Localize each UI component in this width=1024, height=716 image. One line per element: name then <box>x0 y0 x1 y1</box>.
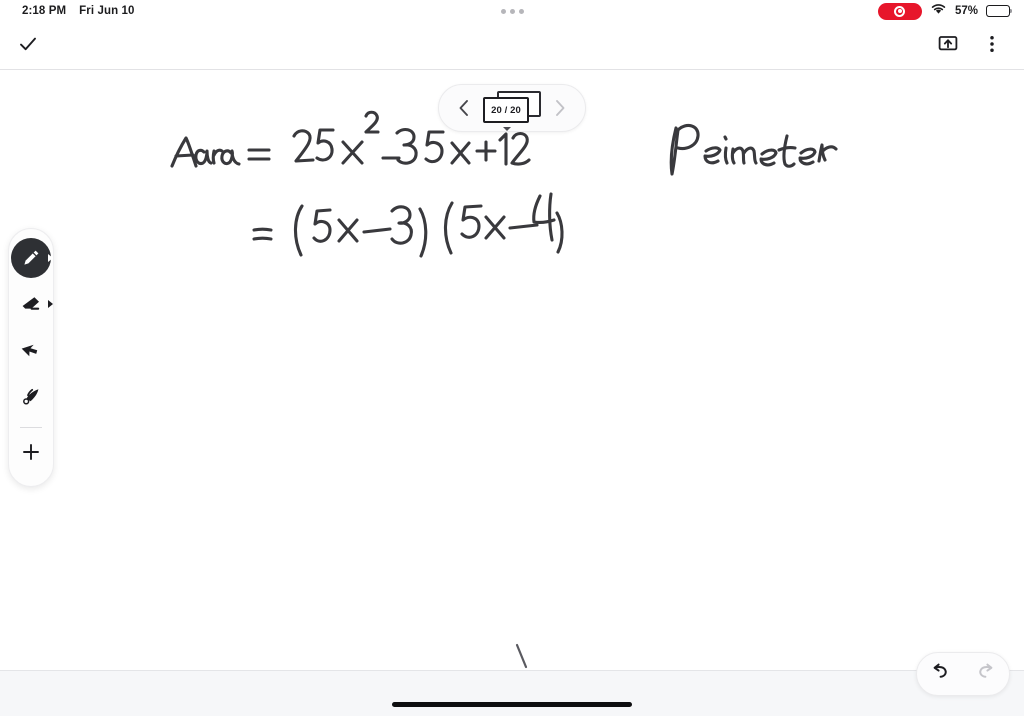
select-tool[interactable] <box>11 327 51 373</box>
battery-percent: 57% <box>954 5 978 17</box>
page-navigator: 20 / 20 <box>438 84 586 132</box>
note-canvas[interactable] <box>0 70 1024 670</box>
prev-page-button[interactable] <box>453 97 475 119</box>
page-indicator[interactable]: 20 / 20 <box>483 91 541 131</box>
home-indicator[interactable] <box>392 702 632 707</box>
checkmark-icon <box>17 33 39 58</box>
eraser-options-expander[interactable] <box>48 300 53 308</box>
present-screen-button[interactable] <box>926 24 970 68</box>
page-number-label: 20 / 20 <box>483 97 529 123</box>
palette-divider <box>20 427 42 428</box>
pen-icon <box>20 247 42 269</box>
battery-icon <box>986 5 1013 17</box>
status-bar-left: 2:18 PM Fri Jun 10 <box>22 5 135 17</box>
undo-button[interactable] <box>923 657 957 691</box>
pen-tool[interactable] <box>11 235 53 281</box>
stray-stroke <box>515 643 528 669</box>
laser-tool[interactable] <box>11 373 51 419</box>
record-indicator-icon[interactable] <box>877 2 922 20</box>
history-controls <box>916 652 1010 696</box>
arrow-select-icon <box>20 339 42 361</box>
status-time: 2:18 PM <box>22 5 67 17</box>
pen-options-expander[interactable] <box>48 254 53 262</box>
status-date: Fri Jun 10 <box>79 5 135 17</box>
next-page-button[interactable] <box>549 97 571 119</box>
caret-down-icon[interactable] <box>503 127 511 131</box>
add-tool-button[interactable] <box>11 432 51 476</box>
multitasking-indicator <box>0 0 1024 22</box>
app-toolbar <box>0 22 1024 70</box>
redo-arrow-icon <box>975 662 997 687</box>
present-screen-icon <box>937 33 959 58</box>
status-bar: 2:18 PM Fri Jun 10 57% <box>0 0 1024 22</box>
eraser-tool[interactable] <box>11 281 53 327</box>
plus-icon <box>20 441 42 468</box>
redo-button[interactable] <box>969 657 1003 691</box>
status-bar-right: 57% <box>877 0 1013 22</box>
handwritten-ink-layer <box>170 110 838 669</box>
tool-palette <box>8 228 54 487</box>
wifi-icon <box>930 2 947 20</box>
eraser-icon <box>19 293 43 315</box>
undo-arrow-icon <box>929 662 951 687</box>
bottom-strip <box>0 670 1024 716</box>
more-vertical-icon <box>982 34 1002 57</box>
more-options-button[interactable] <box>970 24 1014 68</box>
multitasking-dots-icon <box>500 8 524 14</box>
done-checkmark-button[interactable] <box>6 24 50 68</box>
toolbar-right-group <box>926 24 1014 68</box>
laser-pointer-icon <box>19 385 43 407</box>
